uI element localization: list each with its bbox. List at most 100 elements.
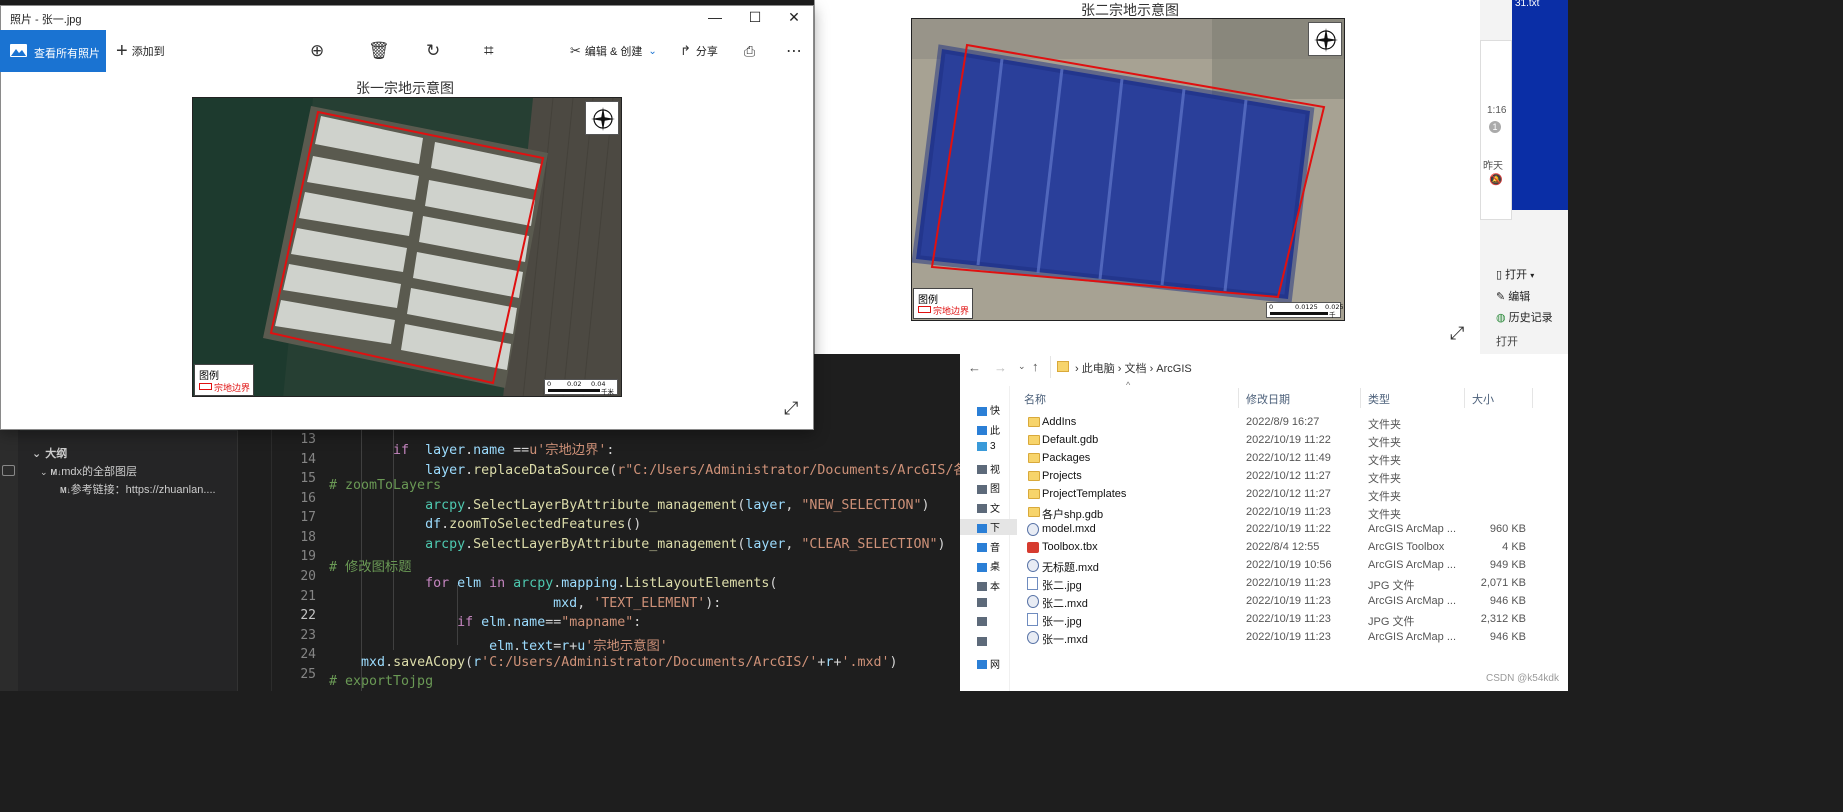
rotate-button[interactable]: ↻ <box>426 30 440 72</box>
recent-chevron-icon[interactable]: ⌄ <box>1018 361 1026 372</box>
legend-swatch <box>918 306 931 313</box>
column-divider[interactable] <box>1464 388 1465 408</box>
extension-icon[interactable] <box>2 465 15 476</box>
expand-icon[interactable]: ⤢ <box>1450 323 1464 344</box>
ribbon-history-button[interactable]: ◍ 历史记录 <box>1496 309 1553 325</box>
nav-item-icon <box>977 426 987 436</box>
file-row[interactable]: model.mxd 2022/10/19 11:22 ArcGIS ArcMap .… <box>1020 521 1568 539</box>
column-divider[interactable] <box>1238 388 1239 408</box>
file-name: 无标题.mxd <box>1042 562 1099 575</box>
file-row[interactable]: Default.gdb 2022/10/19 11:22 文件夹 <box>1020 432 1568 450</box>
nav-pane-item[interactable] <box>977 597 1017 613</box>
file-row[interactable]: Projects 2022/10/12 11:27 文件夹 <box>1020 468 1568 486</box>
code-line[interactable]: if layer.name ==u'宗地边界': <box>329 439 614 458</box>
up-arrow-icon[interactable]: ↑ <box>1032 359 1039 374</box>
add-to-button[interactable]: + 添加到 <box>116 30 165 72</box>
column-type-header[interactable]: 类型 <box>1368 391 1390 407</box>
file-row[interactable]: Packages 2022/10/12 11:49 文件夹 <box>1020 450 1568 468</box>
legend-swatch <box>199 383 212 390</box>
nav-pane-item[interactable]: 图 <box>977 480 1017 496</box>
nav-pane-item[interactable]: 3 <box>977 441 1017 457</box>
file-row[interactable]: ProjectTemplates 2022/10/12 11:27 文件夹 <box>1020 486 1568 504</box>
code-line[interactable]: elm.text=r+u'宗地示意图' <box>329 635 668 654</box>
edit-icon: ✎ <box>1496 291 1506 303</box>
map2-image[interactable]: 图例 宗地边界 0 0.0125 0.025 千米 <box>911 18 1345 321</box>
column-divider[interactable] <box>1360 388 1361 408</box>
code-line[interactable]: mxd, 'TEXT_ELEMENT'): <box>329 596 721 611</box>
code-line[interactable]: layer.replaceDataSource(r"C:/Users/Admin… <box>329 459 967 478</box>
nav-item-icon <box>977 523 987 533</box>
code-line[interactable]: df.zoomToSelectedFeatures() <box>329 517 641 532</box>
nav-pane-item[interactable] <box>977 617 1017 633</box>
address-bar[interactable]: › 此电脑 › 文档 › ArcGIS <box>1050 356 1568 378</box>
file-row[interactable]: 张一.jpg 2022/10/19 11:23 JPG 文件 2,312 KB <box>1020 611 1568 629</box>
column-date-header[interactable]: 修改日期 <box>1246 391 1290 407</box>
code-line[interactable]: arcpy.SelectLayerByAttribute_management(… <box>329 498 929 513</box>
line-number: 23 <box>300 628 316 643</box>
nav-pane-item[interactable]: 网 <box>977 656 1017 672</box>
nav-item-icon <box>977 617 987 627</box>
file-row[interactable]: Toolbox.tbx 2022/8/4 12:55 ArcGIS Toolbox 4… <box>1020 539 1568 557</box>
nav-pane-item[interactable]: 快 <box>977 402 1017 418</box>
nav-pane-item[interactable]: 音 <box>977 539 1017 555</box>
file-row[interactable]: 各户shp.gdb 2022/10/19 11:23 文件夹 <box>1020 504 1568 522</box>
file-date: 2022/8/9 16:27 <box>1246 416 1320 428</box>
file-row[interactable]: 张二.mxd 2022/10/19 11:23 ArcGIS ArcMap ... 9… <box>1020 593 1568 611</box>
nav-pane-item[interactable]: 文 <box>977 500 1017 516</box>
view-all-photos-button[interactable]: 查看所有照片 <box>0 30 106 72</box>
code-line[interactable]: for elm in arcpy.mapping.ListLayoutEleme… <box>329 576 777 591</box>
maximize-button[interactable]: ☐ <box>735 5 775 30</box>
line-number: 15 <box>300 471 316 486</box>
file-name: model.mxd <box>1042 523 1096 536</box>
nav-pane-item[interactable]: 视 <box>977 461 1017 477</box>
code-line[interactable]: arcpy.SelectLayerByAttribute_management(… <box>329 537 945 552</box>
nav-pane-item[interactable]: 此 <box>977 422 1017 438</box>
code-line[interactable]: # zoomToLayers <box>329 478 441 493</box>
ribbon-edit-button[interactable]: ✎ 编辑 <box>1496 288 1530 304</box>
file-type: ArcGIS ArcMap ... <box>1368 630 1457 643</box>
map1-legend: 图例 宗地边界 <box>194 364 254 396</box>
forward-arrow-icon[interactable]: → <box>994 360 1007 375</box>
info-icon[interactable]: 1 <box>1489 121 1501 133</box>
outline-header[interactable]: ⌄ 大纲 <box>32 445 67 461</box>
file-row[interactable]: 无标题.mxd 2022/10/19 10:56 ArcGIS ArcMap ...… <box>1020 557 1568 575</box>
nav-pane-item[interactable]: 下 <box>960 519 1017 535</box>
line-number: 14 <box>300 452 316 467</box>
map1-image[interactable]: 图例 宗地边界 0 0.02 0.04 千米 <box>192 97 622 397</box>
nav-pane-item[interactable]: 桌 <box>977 558 1017 574</box>
delete-button[interactable]: 🗑 <box>368 30 390 72</box>
more-button[interactable]: ⋯ <box>786 30 802 72</box>
outline-item[interactable]: M↓参考链接：https://zhuanlan.... <box>60 481 216 497</box>
crop-button[interactable]: ⌗ <box>484 30 494 72</box>
edit-create-button[interactable]: ✂ 编辑 & 创建 ⌄ <box>570 30 657 72</box>
ribbon-open-button[interactable]: ▯ 打开 ▾ <box>1496 266 1534 282</box>
desktop-file-label[interactable]: 31.txt <box>1515 0 1539 9</box>
expand-icon[interactable]: ⤢ <box>784 398 798 419</box>
outline-item[interactable]: ⌄ M↓mdx的全部图层 <box>40 463 137 479</box>
markdown-icon: M↓ <box>60 486 71 495</box>
minimize-button[interactable]: — <box>695 5 735 30</box>
file-date: 2022/10/12 11:27 <box>1246 469 1331 482</box>
column-name-header[interactable]: 名称 <box>1024 391 1046 407</box>
code-line[interactable]: # exportTojpg <box>329 674 433 689</box>
share-button[interactable]: ↱ 分享 <box>680 30 718 72</box>
column-divider[interactable] <box>1532 388 1533 408</box>
file-row[interactable]: 张二.jpg 2022/10/19 11:23 JPG 文件 2,071 KB <box>1020 575 1568 593</box>
bell-off-icon[interactable]: 🔕 <box>1489 173 1503 186</box>
column-size-header[interactable]: 大小 <box>1472 391 1494 407</box>
nav-pane-item[interactable] <box>977 636 1017 652</box>
code-line[interactable]: mxd.saveACopy(r'C:/Users/Administrator/D… <box>329 655 897 670</box>
code-line[interactable]: if elm.name=="mapname": <box>329 615 641 630</box>
code-line[interactable]: # 修改图标题 <box>329 556 412 575</box>
file-row[interactable]: AddIns 2022/8/9 16:27 文件夹 <box>1020 414 1568 432</box>
file-date: 2022/10/19 11:23 <box>1246 505 1331 518</box>
file-name: 张二.jpg <box>1042 580 1082 593</box>
file-row[interactable]: 张一.mxd 2022/10/19 11:23 ArcGIS ArcMap ... 9… <box>1020 629 1568 647</box>
nav-pane-item[interactable]: 本 <box>977 578 1017 594</box>
breadcrumb[interactable]: › 此电脑 › 文档 › ArcGIS <box>1075 360 1192 376</box>
zoom-button[interactable]: ⊕ <box>310 30 324 72</box>
close-button[interactable]: ✕ <box>774 5 814 30</box>
printer-icon: ⎙ <box>744 42 756 59</box>
back-arrow-icon[interactable]: ← <box>968 360 981 375</box>
print-button[interactable]: ⎙ <box>744 30 755 72</box>
